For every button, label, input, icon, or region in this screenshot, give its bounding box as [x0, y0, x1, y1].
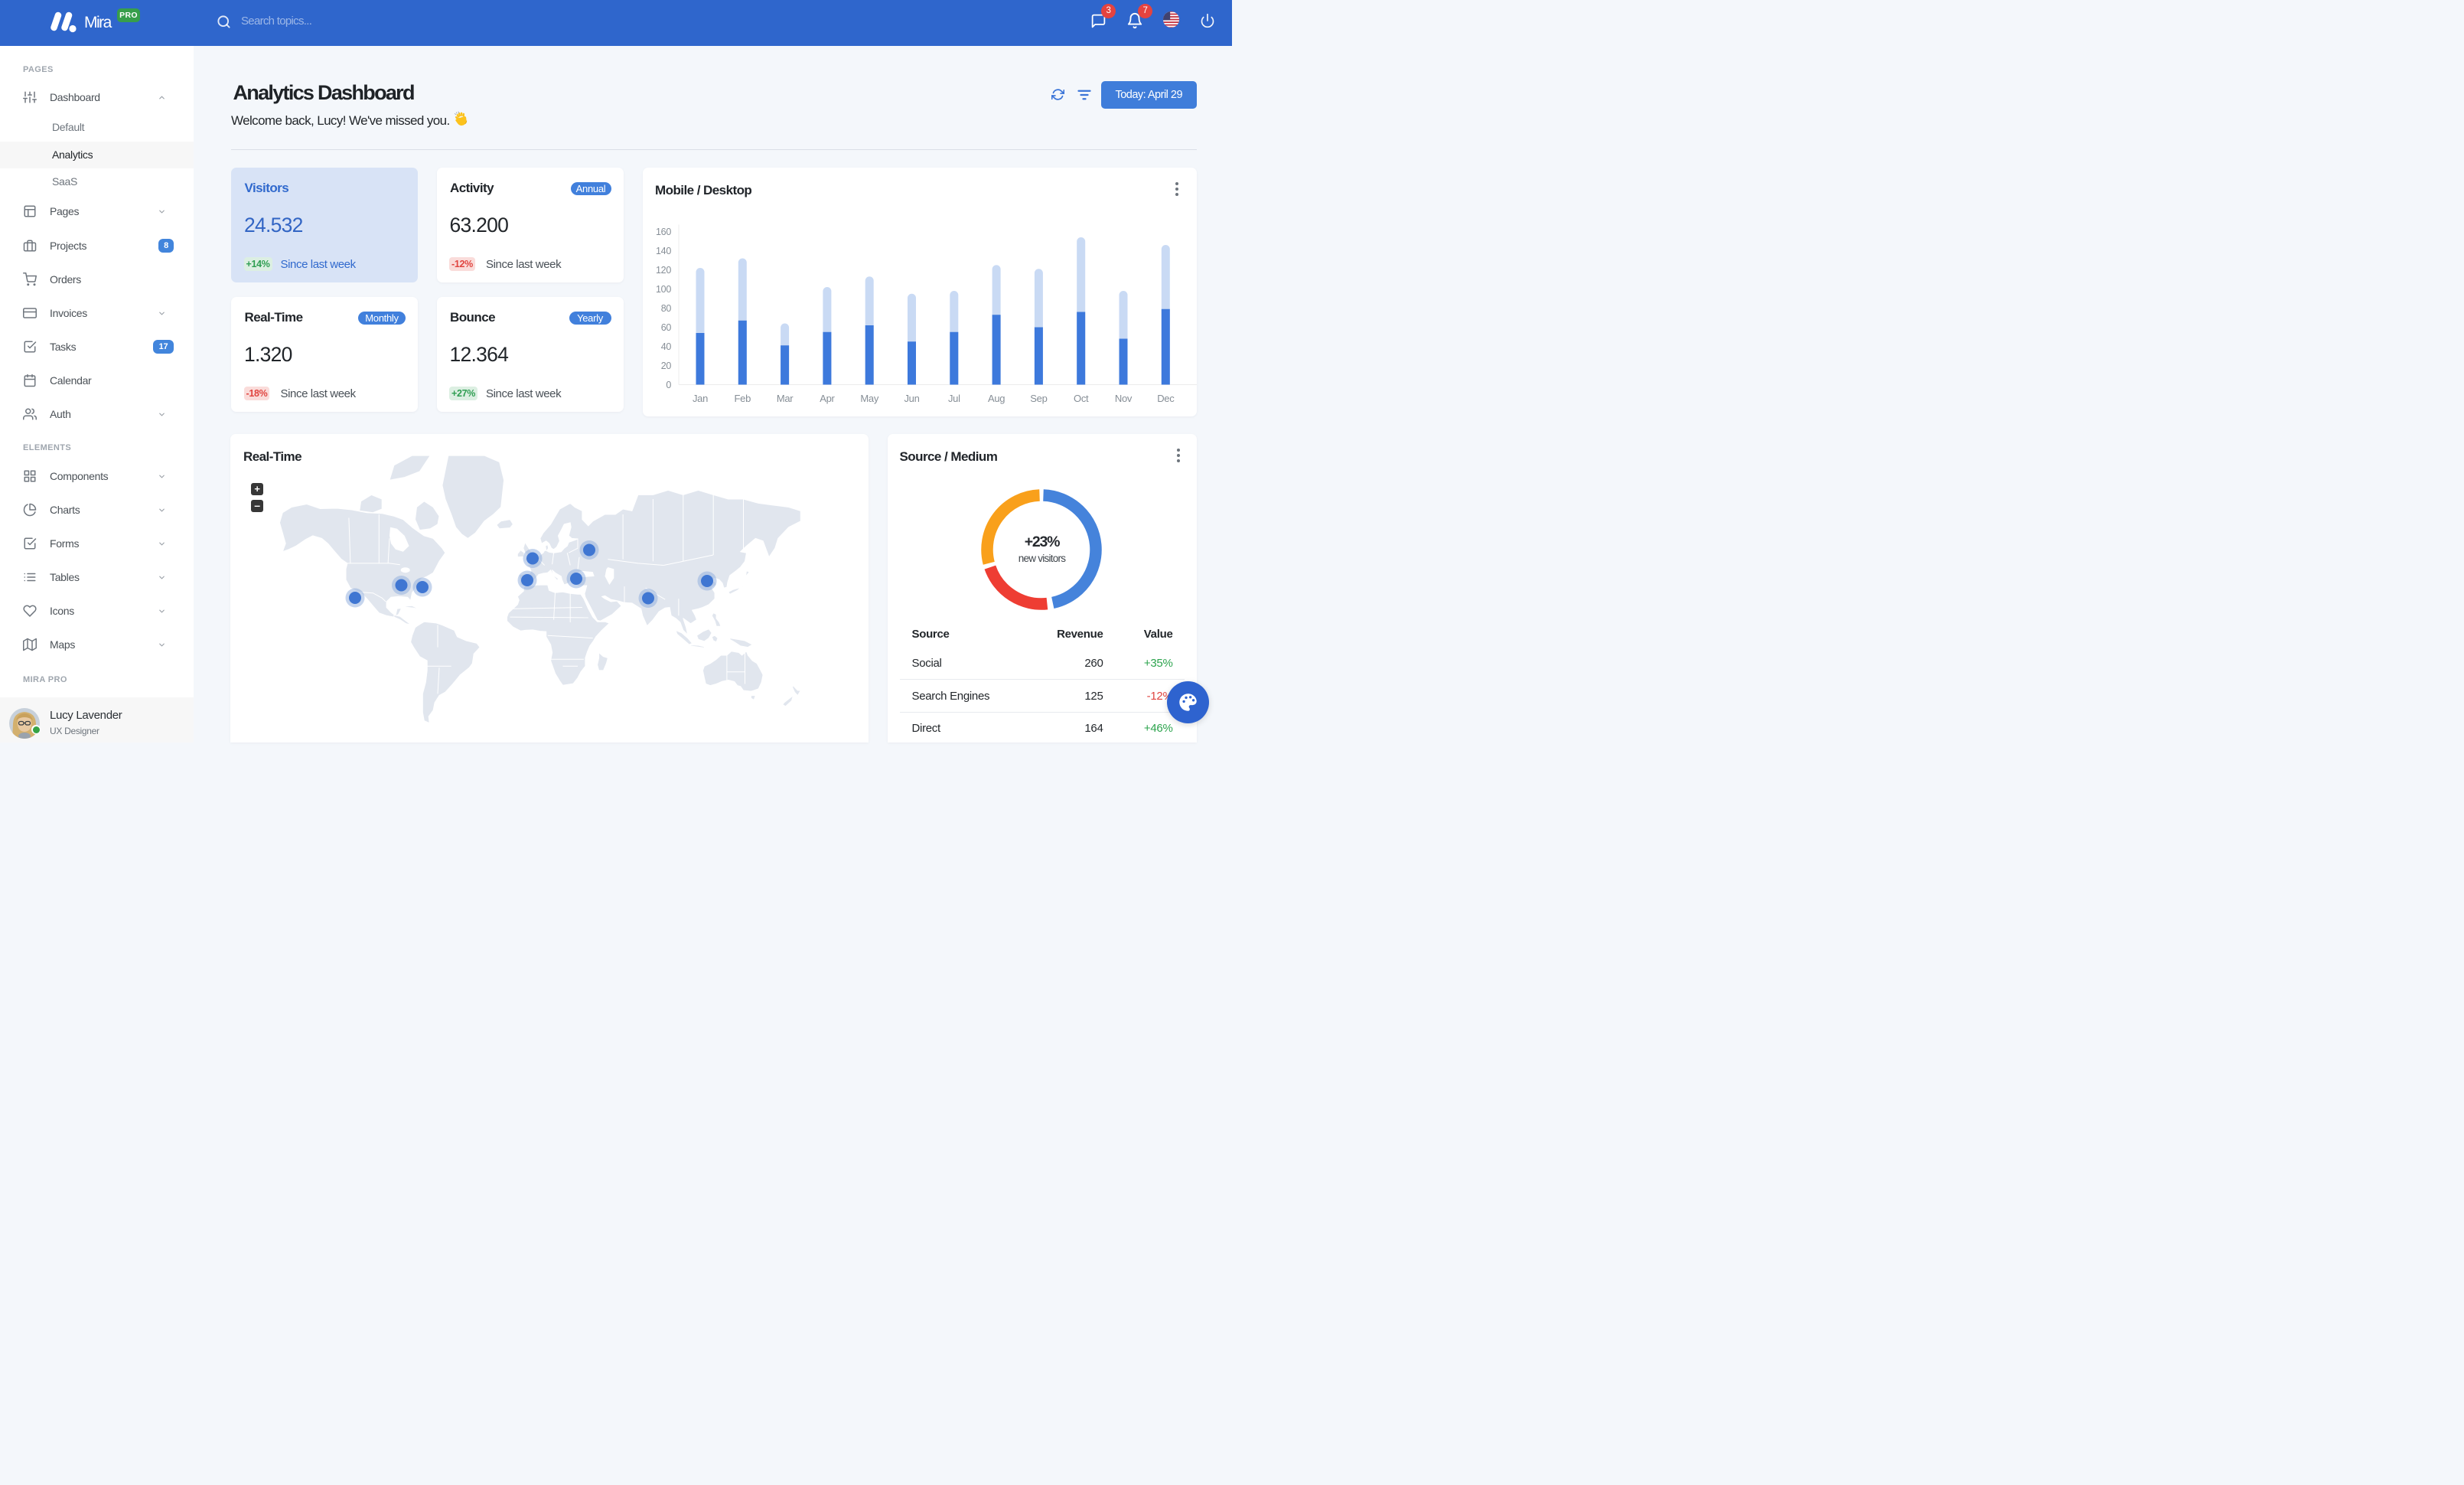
svg-text:Sep: Sep [1030, 393, 1047, 404]
svg-text:Oct: Oct [1074, 393, 1089, 404]
svg-text:0: 0 [666, 380, 671, 390]
svg-text:Jun: Jun [904, 393, 919, 404]
svg-text:Nov: Nov [1115, 393, 1133, 404]
svg-text:May: May [860, 393, 878, 404]
svg-text:40: 40 [661, 341, 672, 352]
svg-text:140: 140 [656, 246, 671, 256]
svg-text:100: 100 [656, 284, 671, 295]
svg-text:80: 80 [661, 303, 672, 314]
svg-text:Jan: Jan [693, 393, 708, 404]
svg-text:Feb: Feb [735, 393, 751, 404]
svg-text:Apr: Apr [820, 393, 835, 404]
svg-text:Mar: Mar [777, 393, 794, 404]
svg-text:60: 60 [661, 322, 672, 333]
svg-text:Jul: Jul [948, 393, 960, 404]
svg-text:Aug: Aug [988, 393, 1005, 404]
svg-text:Dec: Dec [1157, 393, 1175, 404]
svg-text:160: 160 [656, 227, 671, 237]
svg-text:20: 20 [661, 361, 672, 371]
svg-text:120: 120 [656, 265, 671, 276]
